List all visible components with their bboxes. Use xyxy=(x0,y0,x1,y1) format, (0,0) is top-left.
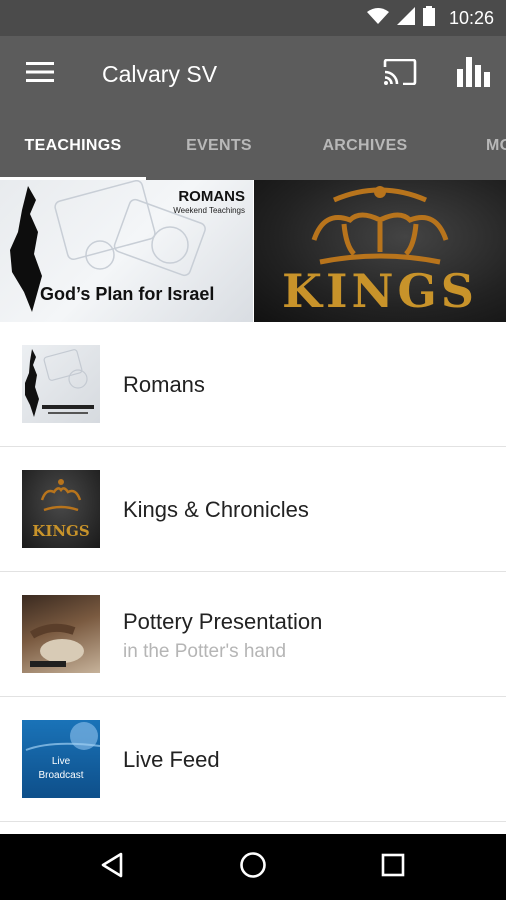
list-item[interactable]: KINGS Kings & Chronicles xyxy=(0,447,506,572)
wifi-icon xyxy=(366,7,389,30)
pottery-thumbnail xyxy=(22,595,100,673)
tab-bar: TEACHINGS EVENTS ARCHIVES MO xyxy=(0,112,506,180)
app-title: Calvary SV xyxy=(102,61,218,87)
menu-button[interactable] xyxy=(20,56,60,92)
featured-banners: ROMANS Weekend Teachings God’s Plan for … xyxy=(0,180,506,322)
back-triangle-icon xyxy=(100,852,124,883)
list-item-title: Live Feed xyxy=(123,747,220,772)
app-bar: Calvary SV xyxy=(0,36,506,112)
recents-button[interactable] xyxy=(373,847,413,887)
romans-banner[interactable]: ROMANS Weekend Teachings God’s Plan for … xyxy=(0,180,253,322)
tab-events[interactable]: EVENTS xyxy=(146,112,292,180)
signal-icon xyxy=(396,6,415,30)
cast-button[interactable] xyxy=(380,56,420,92)
list-item[interactable]: Pottery Presentation in the Potter's han… xyxy=(0,572,506,697)
live-thumbnail-line1: Live xyxy=(51,756,71,767)
home-button[interactable] xyxy=(233,847,273,887)
status-bar: 10:26 xyxy=(0,0,506,36)
cast-icon xyxy=(383,58,417,90)
recents-square-icon xyxy=(381,853,405,882)
live-feed-thumbnail: Live Broadcast xyxy=(22,720,100,798)
list-item[interactable]: Live Broadcast Live Feed xyxy=(0,697,506,822)
hamburger-menu-icon xyxy=(26,61,54,87)
romans-banner-subtitle: Weekend Teachings xyxy=(173,206,245,215)
live-thumbnail-line2: Broadcast xyxy=(38,770,84,781)
bar-chart-icon xyxy=(457,56,491,92)
home-circle-icon xyxy=(239,851,267,884)
system-nav-bar xyxy=(0,834,506,900)
romans-banner-caption: God’s Plan for Israel xyxy=(40,284,215,304)
battery-icon xyxy=(422,5,435,31)
kings-banner-caption: KINGS xyxy=(281,264,479,318)
teachings-list: Romans KINGS Kings & Chronicles Pottery … xyxy=(0,322,506,822)
list-item-subtitle: in the Potter's hand xyxy=(123,641,287,662)
stats-button[interactable] xyxy=(452,56,496,92)
tab-more[interactable]: MO xyxy=(438,112,506,180)
kings-thumbnail-text: KINGS xyxy=(32,522,90,540)
back-button[interactable] xyxy=(92,847,132,887)
list-item-title: Romans xyxy=(123,372,205,397)
list-item-title: Pottery Presentation xyxy=(123,609,323,634)
romans-banner-title: ROMANS xyxy=(178,188,245,205)
status-icons: 10:26 xyxy=(366,0,494,36)
tab-teachings[interactable]: TEACHINGS xyxy=(0,112,146,180)
tab-archives[interactable]: ARCHIVES xyxy=(292,112,438,180)
list-item[interactable]: Romans xyxy=(0,322,506,447)
list-item-title: Kings & Chronicles xyxy=(123,497,309,522)
kings-banner[interactable]: KINGS xyxy=(254,180,506,322)
status-time: 10:26 xyxy=(448,7,494,28)
kings-thumbnail: KINGS xyxy=(22,470,100,548)
romans-thumbnail xyxy=(22,345,100,423)
